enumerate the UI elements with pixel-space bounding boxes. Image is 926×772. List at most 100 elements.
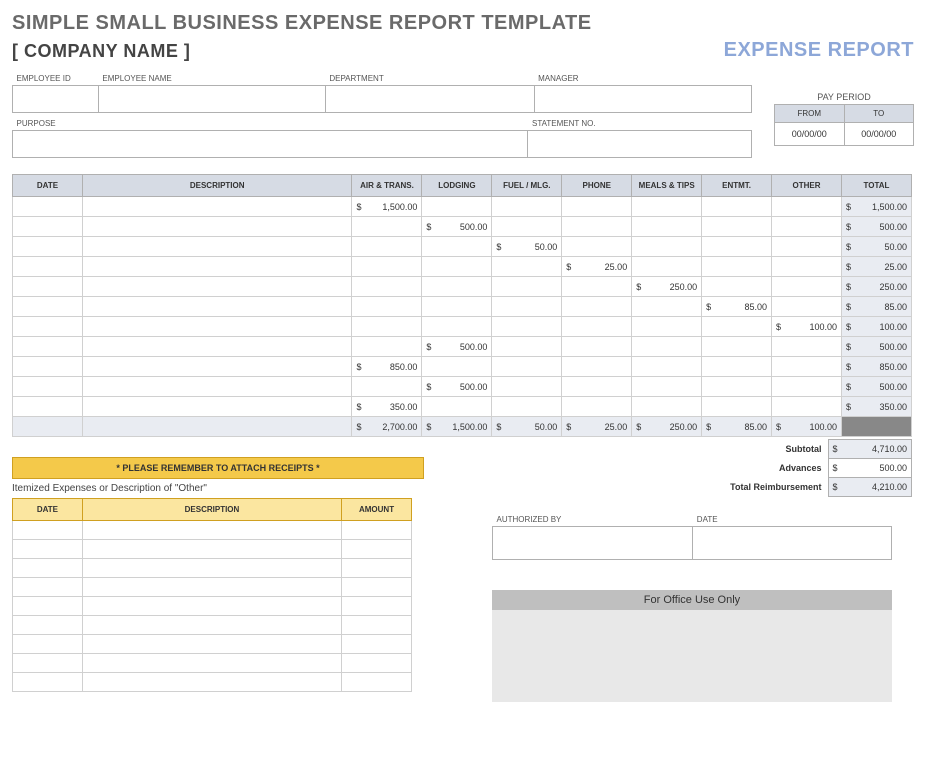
exp-cell-entmt[interactable] (702, 257, 772, 277)
exp-cell-meals[interactable] (632, 297, 702, 317)
exp-cell-entmt[interactable] (702, 317, 772, 337)
exp-cell-fuel[interactable] (492, 357, 562, 377)
exp-cell-fuel[interactable] (492, 397, 562, 417)
exp-cell-phone[interactable] (562, 397, 632, 417)
exp-cell-other[interactable] (772, 297, 842, 317)
exp-cell-other[interactable] (772, 377, 842, 397)
itemized-cell[interactable] (13, 635, 83, 654)
itemized-cell[interactable] (82, 673, 341, 692)
exp-cell-date[interactable] (13, 317, 83, 337)
itemized-cell[interactable] (342, 540, 412, 559)
exp-cell-lodging[interactable] (422, 197, 492, 217)
exp-cell-other[interactable] (772, 337, 842, 357)
itemized-cell[interactable] (342, 616, 412, 635)
exp-cell-desc[interactable] (82, 237, 352, 257)
exp-cell-date[interactable] (13, 277, 83, 297)
exp-cell-meals[interactable] (632, 257, 702, 277)
input-purpose[interactable] (13, 131, 528, 158)
exp-cell-date[interactable] (13, 197, 83, 217)
exp-cell-other[interactable]: $100.00 (772, 317, 842, 337)
exp-cell-date[interactable] (13, 257, 83, 277)
itemized-cell[interactable] (82, 616, 341, 635)
exp-cell-desc[interactable] (82, 277, 352, 297)
exp-cell-date[interactable] (13, 337, 83, 357)
itemized-cell[interactable] (82, 635, 341, 654)
itemized-cell[interactable] (342, 635, 412, 654)
exp-cell-phone[interactable] (562, 297, 632, 317)
itemized-cell[interactable] (82, 654, 341, 673)
exp-cell-lodging[interactable] (422, 317, 492, 337)
exp-cell-meals[interactable] (632, 237, 702, 257)
exp-cell-other[interactable] (772, 397, 842, 417)
exp-cell-other[interactable] (772, 257, 842, 277)
itemized-cell[interactable] (82, 559, 341, 578)
itemized-cell[interactable] (342, 559, 412, 578)
input-employee-name[interactable] (98, 86, 325, 113)
exp-cell-fuel[interactable] (492, 257, 562, 277)
exp-cell-fuel[interactable] (492, 337, 562, 357)
pay-period-to[interactable]: 00/00/00 (844, 123, 914, 146)
exp-cell-air[interactable]: $350.00 (352, 397, 422, 417)
itemized-cell[interactable] (13, 654, 83, 673)
exp-cell-date[interactable] (13, 297, 83, 317)
exp-cell-entmt[interactable] (702, 337, 772, 357)
itemized-cell[interactable] (13, 616, 83, 635)
exp-cell-fuel[interactable] (492, 297, 562, 317)
exp-cell-air[interactable] (352, 297, 422, 317)
input-statement-no[interactable] (528, 131, 752, 158)
itemized-cell[interactable] (82, 578, 341, 597)
exp-cell-fuel[interactable] (492, 217, 562, 237)
exp-cell-fuel[interactable] (492, 277, 562, 297)
exp-cell-desc[interactable] (82, 257, 352, 277)
exp-cell-date[interactable] (13, 377, 83, 397)
exp-cell-lodging[interactable]: $500.00 (422, 337, 492, 357)
input-authorized-by[interactable] (493, 527, 693, 560)
input-department[interactable] (325, 86, 534, 113)
exp-cell-lodging[interactable] (422, 257, 492, 277)
exp-cell-air[interactable] (352, 217, 422, 237)
input-auth-date[interactable] (693, 527, 892, 560)
itemized-cell[interactable] (13, 559, 83, 578)
exp-cell-phone[interactable] (562, 317, 632, 337)
exp-cell-meals[interactable] (632, 377, 702, 397)
exp-cell-lodging[interactable] (422, 297, 492, 317)
exp-cell-lodging[interactable]: $500.00 (422, 377, 492, 397)
input-manager[interactable] (534, 86, 751, 113)
exp-cell-meals[interactable]: $250.00 (632, 277, 702, 297)
exp-cell-other[interactable] (772, 197, 842, 217)
exp-cell-phone[interactable] (562, 337, 632, 357)
itemized-cell[interactable] (13, 673, 83, 692)
exp-cell-meals[interactable] (632, 197, 702, 217)
exp-cell-phone[interactable] (562, 237, 632, 257)
exp-cell-desc[interactable] (82, 337, 352, 357)
exp-cell-date[interactable] (13, 237, 83, 257)
itemized-cell[interactable] (82, 540, 341, 559)
pay-period-from[interactable]: 00/00/00 (775, 123, 845, 146)
exp-cell-air[interactable] (352, 277, 422, 297)
itemized-cell[interactable] (13, 521, 83, 540)
exp-cell-desc[interactable] (82, 297, 352, 317)
itemized-cell[interactable] (342, 578, 412, 597)
exp-cell-other[interactable] (772, 237, 842, 257)
itemized-cell[interactable] (13, 597, 83, 616)
exp-cell-meals[interactable] (632, 357, 702, 377)
itemized-cell[interactable] (342, 654, 412, 673)
exp-cell-meals[interactable] (632, 397, 702, 417)
exp-cell-meals[interactable] (632, 337, 702, 357)
exp-cell-air[interactable]: $850.00 (352, 357, 422, 377)
exp-cell-desc[interactable] (82, 397, 352, 417)
itemized-cell[interactable] (342, 521, 412, 540)
exp-cell-date[interactable] (13, 397, 83, 417)
exp-cell-other[interactable] (772, 277, 842, 297)
itemized-cell[interactable] (13, 540, 83, 559)
exp-cell-lodging[interactable] (422, 397, 492, 417)
exp-cell-meals[interactable] (632, 317, 702, 337)
exp-cell-entmt[interactable] (702, 377, 772, 397)
exp-cell-meals[interactable] (632, 217, 702, 237)
exp-cell-air[interactable]: $1,500.00 (352, 197, 422, 217)
exp-cell-entmt[interactable] (702, 237, 772, 257)
input-employee-id[interactable] (13, 86, 99, 113)
exp-cell-entmt[interactable] (702, 397, 772, 417)
itemized-cell[interactable] (82, 521, 341, 540)
exp-cell-entmt[interactable] (702, 357, 772, 377)
